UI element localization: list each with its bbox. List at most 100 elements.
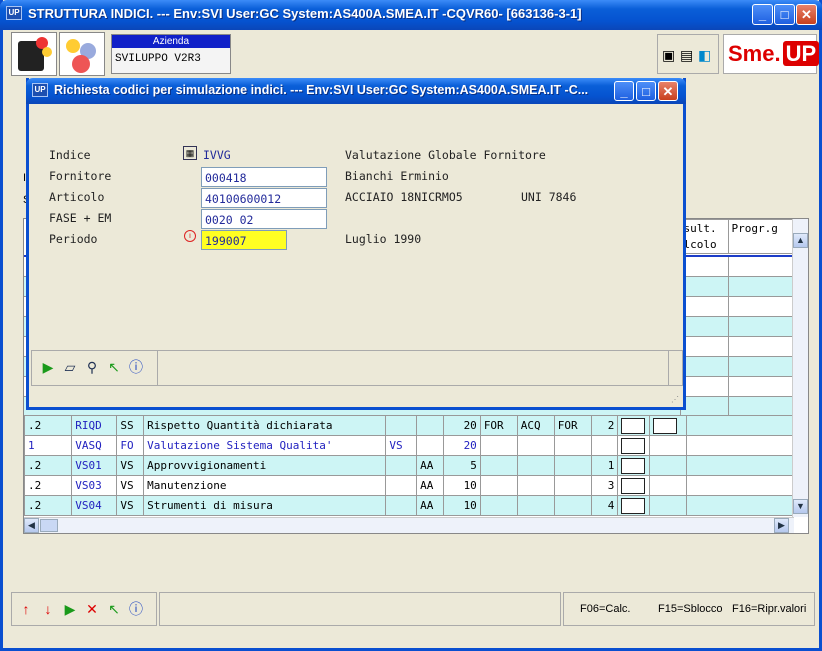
dialog-back-icon[interactable]: ↖ xyxy=(106,359,122,375)
cell-c8[interactable] xyxy=(516,455,555,476)
document-icon[interactable]: ▤ xyxy=(680,47,693,64)
cell-c5[interactable]: AA xyxy=(416,495,444,516)
cell-c0[interactable]: .2 xyxy=(24,455,73,476)
scroll-up-icon[interactable]: ▲ xyxy=(793,233,808,248)
f06-key[interactable]: F06=Calc. xyxy=(580,603,630,615)
cell-c2[interactable]: VS xyxy=(116,455,145,476)
cell-c7[interactable]: FOR xyxy=(479,415,518,436)
dialog-minimize-icon[interactable]: _ xyxy=(614,81,634,101)
cell-c3[interactable]: Valutazione Sistema Qualita' xyxy=(143,435,387,456)
maximize-icon[interactable]: □ xyxy=(774,4,795,25)
cell-c10[interactable]: 2 xyxy=(590,415,619,436)
cell-c10[interactable]: 1 xyxy=(590,455,619,476)
cell-c1[interactable]: VS01 xyxy=(71,455,118,476)
grid-vertical-scrollbar[interactable]: ▲ ▼ xyxy=(792,219,808,517)
table-icon[interactable]: ▦ xyxy=(183,146,197,160)
cell-c10[interactable]: 4 xyxy=(590,495,619,516)
cell-c4[interactable] xyxy=(385,455,418,476)
grid-horizontal-scrollbar[interactable]: ◀ ▶ xyxy=(24,517,794,533)
cell-c9[interactable] xyxy=(553,455,592,476)
cell-c5[interactable] xyxy=(416,415,444,436)
cell-c4[interactable] xyxy=(385,415,418,436)
cell-c8[interactable]: ACQ xyxy=(516,415,555,436)
cell-c6[interactable]: 20 xyxy=(442,435,481,456)
clock-icon[interactable]: ı xyxy=(184,230,196,242)
dialog-maximize-icon[interactable]: □ xyxy=(636,81,656,101)
table-row[interactable]: .2 VS04 VS Strumenti di misura AA 10 4 xyxy=(24,495,794,516)
smeup-logo-icon[interactable] xyxy=(59,32,105,76)
cell-c9[interactable]: FOR xyxy=(553,415,592,436)
main-title-bar[interactable]: UP STRUTTURA INDICI. --- Env:SVI User:GC… xyxy=(0,0,822,30)
cell-c6[interactable]: 5 xyxy=(442,455,481,476)
scroll-down-icon[interactable]: ▼ xyxy=(793,499,808,514)
header-progr[interactable]: Progr.g xyxy=(727,219,795,254)
cell-check[interactable] xyxy=(649,435,688,456)
scroll-thumb[interactable] xyxy=(40,519,58,532)
cell-c7[interactable] xyxy=(479,475,518,496)
cell-check[interactable] xyxy=(649,475,688,496)
fase-input[interactable]: 0020 02 xyxy=(201,209,327,229)
minimize-icon[interactable]: _ xyxy=(752,4,773,25)
cell-check[interactable] xyxy=(617,435,651,456)
cell-c1[interactable]: VS04 xyxy=(71,495,118,516)
cell-c5[interactable]: AA xyxy=(416,475,444,496)
header-risultato-calcolo[interactable]: sult. lcolo xyxy=(679,219,729,254)
cell-check[interactable] xyxy=(617,475,651,496)
app-logo-icon[interactable] xyxy=(11,32,57,76)
cell-c3[interactable]: Manutenzione xyxy=(143,475,387,496)
scroll-right-icon[interactable]: ▶ xyxy=(774,518,789,533)
cell-c6[interactable]: 10 xyxy=(442,495,481,516)
cell-c6[interactable]: 10 xyxy=(442,475,481,496)
cell-check[interactable] xyxy=(649,415,688,436)
cell-c9[interactable] xyxy=(553,495,592,516)
cell-c8[interactable] xyxy=(516,495,555,516)
fornitore-input[interactable]: 000418 xyxy=(201,167,327,187)
cell-c4[interactable]: VS xyxy=(385,435,418,456)
delete-icon[interactable]: ✕ xyxy=(84,601,100,617)
cell-c1[interactable]: RIQD xyxy=(71,415,118,436)
cell-check[interactable] xyxy=(617,415,651,436)
cell-c9[interactable] xyxy=(553,475,592,496)
indice-value[interactable]: IVVG xyxy=(203,148,231,162)
cell-c2[interactable]: SS xyxy=(116,415,145,436)
dialog-close-icon[interactable]: ✕ xyxy=(658,81,678,101)
f16-key[interactable]: F16=Ripr.valori xyxy=(732,603,806,615)
cell-c0[interactable]: .2 xyxy=(24,415,73,436)
cell-c8[interactable] xyxy=(516,475,555,496)
articolo-input[interactable]: 40100600012 xyxy=(201,188,327,208)
dialog-search-icon[interactable]: ⚲ xyxy=(84,359,100,375)
cell-c6[interactable]: 20 xyxy=(442,415,481,436)
info-icon[interactable]: ⓘ xyxy=(128,601,144,617)
cell-c4[interactable] xyxy=(385,475,418,496)
dialog-title-bar[interactable]: UP Richiesta codici per simulazione indi… xyxy=(26,78,686,104)
back-arrow-icon[interactable]: ↖ xyxy=(106,601,122,617)
cell-c2[interactable]: VS xyxy=(116,475,145,496)
cell-c5[interactable] xyxy=(416,435,444,456)
close-icon[interactable]: ✕ xyxy=(796,4,817,25)
cell-c8[interactable] xyxy=(516,435,555,456)
cell-c10[interactable]: 3 xyxy=(590,475,619,496)
cell-c3[interactable]: Strumenti di misura xyxy=(143,495,387,516)
cell-c4[interactable] xyxy=(385,495,418,516)
arrow-up-icon[interactable]: ↑ xyxy=(18,601,34,617)
cell-check[interactable] xyxy=(617,455,651,476)
cell-check[interactable] xyxy=(617,495,651,516)
cell-c7[interactable] xyxy=(479,455,518,476)
monitor-icon[interactable]: ▣ xyxy=(662,47,675,64)
book-icon[interactable]: ◧ xyxy=(698,47,711,64)
cell-c2[interactable]: VS xyxy=(116,495,145,516)
cell-c9[interactable] xyxy=(553,435,592,456)
periodo-input[interactable]: 199007 xyxy=(201,230,287,250)
cell-check[interactable] xyxy=(649,455,688,476)
f15-key[interactable]: F15=Sblocco xyxy=(658,603,723,615)
cell-c1[interactable]: VS03 xyxy=(71,475,118,496)
table-row[interactable]: .2 VS03 VS Manutenzione AA 10 3 xyxy=(24,475,794,496)
dialog-eraser-icon[interactable]: ▱ xyxy=(62,359,78,375)
dialog-confirm-icon[interactable]: ▶ xyxy=(40,359,56,375)
table-row[interactable]: 1 VASQ FO Valutazione Sistema Qualita' VS 20 xyxy=(24,435,794,456)
cell-c3[interactable]: Rispetto Quantità dichiarata xyxy=(143,415,387,436)
dialog-info-icon[interactable]: ⓘ xyxy=(128,359,144,375)
cell-check[interactable] xyxy=(649,495,688,516)
scroll-left-icon[interactable]: ◀ xyxy=(24,518,39,533)
cell-c0[interactable]: .2 xyxy=(24,495,73,516)
